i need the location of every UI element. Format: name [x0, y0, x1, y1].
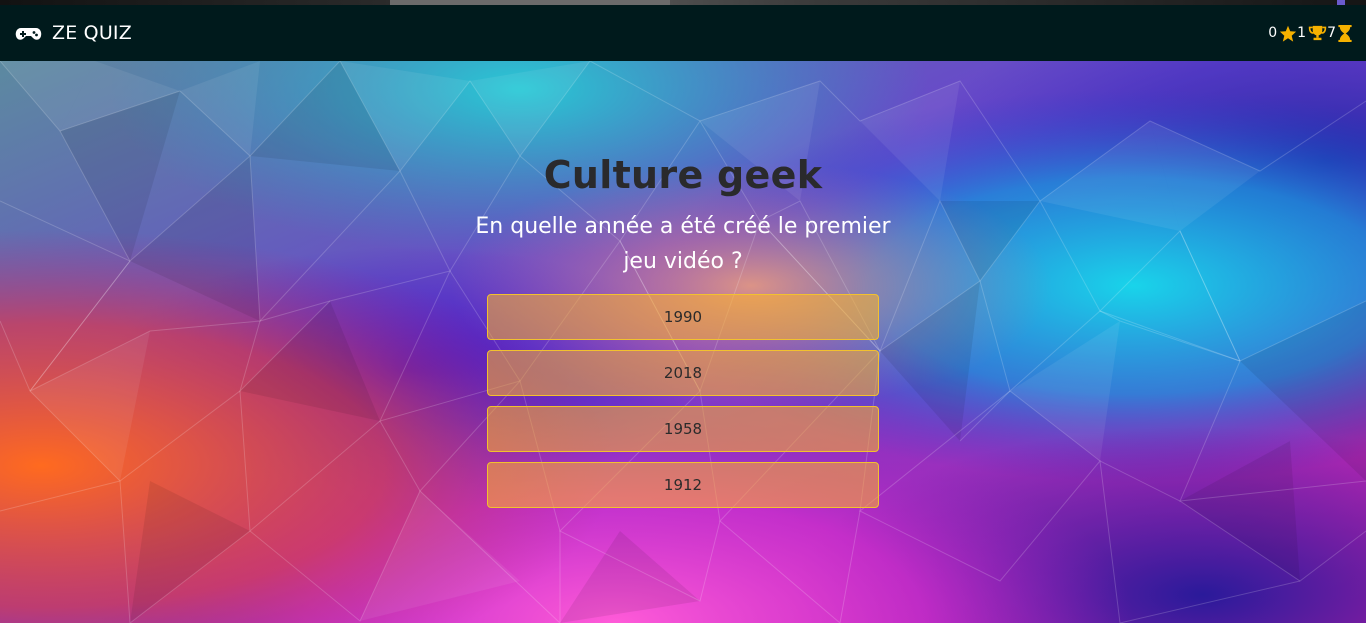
answer-button-1[interactable]: 1990	[487, 294, 879, 340]
timer-stat: 7	[1327, 24, 1352, 42]
trophies-stat: 1	[1297, 25, 1327, 41]
quiz-category-title: Culture geek	[543, 153, 823, 197]
stars-count: 0	[1268, 25, 1278, 41]
trophy-icon	[1308, 25, 1327, 41]
trophies-count: 1	[1297, 25, 1307, 41]
top-navbar: ZE QUIZ 0 1 7	[0, 5, 1366, 61]
hourglass-icon	[1338, 24, 1352, 42]
star-icon	[1279, 25, 1297, 42]
question-text: En quelle année a été créé le premier je…	[475, 214, 891, 274]
gamepad-icon	[15, 26, 42, 40]
brand-title: ZE QUIZ	[52, 22, 132, 44]
brand-link[interactable]: ZE QUIZ	[15, 22, 132, 44]
answer-button-4[interactable]: 1912	[487, 462, 879, 508]
quiz-panel: Culture geek En quelle année a été créé …	[0, 61, 1366, 623]
stars-stat: 0	[1268, 25, 1297, 42]
answer-button-2[interactable]: 2018	[487, 350, 879, 396]
score-stats: 0 1 7	[1268, 24, 1352, 42]
answer-button-3[interactable]: 1958	[487, 406, 879, 452]
timer-count: 7	[1327, 25, 1336, 41]
